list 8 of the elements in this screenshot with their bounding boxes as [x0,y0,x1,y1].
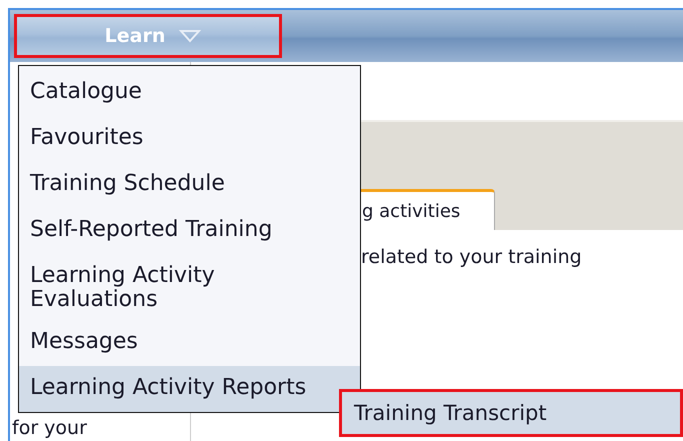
caret-icon [179,29,202,43]
menu-item[interactable]: Learning Activity Evaluations [19,254,360,320]
menu-item[interactable]: Favourites [19,116,360,162]
menu-item[interactable]: Messages [19,320,360,366]
body-text: for your [12,417,88,439]
submenu-item[interactable]: Training Transcript [339,389,683,437]
menu-item[interactable]: Catalogue [19,70,360,116]
body-text: related to your training [361,246,583,268]
